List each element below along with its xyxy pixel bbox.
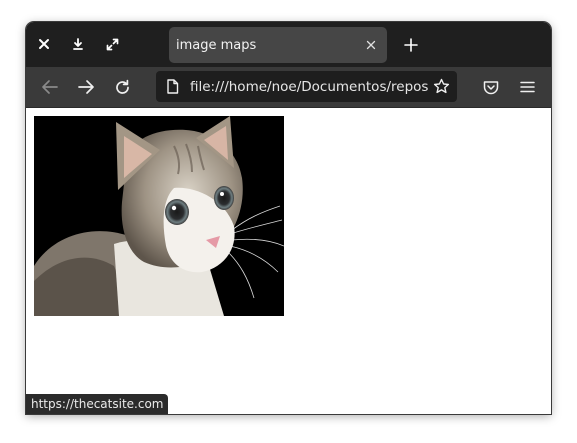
download-button[interactable] [68,34,88,54]
page-content: https://thecatsite.com [26,108,551,414]
reload-icon [115,79,129,94]
browser-window: image maps file:///home/noe/Documentos/r… [26,22,551,414]
navigation-toolbar: file:///home/noe/Documentos/repos/learni… [26,67,551,108]
cat-photo[interactable] [34,116,284,316]
document-icon [167,79,179,94]
close-icon [366,40,376,50]
url-text[interactable]: file:///home/noe/Documentos/repos/learni… [190,79,428,95]
tab-image-maps[interactable]: image maps [169,27,387,63]
back-button[interactable] [40,77,60,97]
hamburger-menu-icon [519,81,535,93]
star-icon[interactable] [433,78,450,95]
tab-title: image maps [176,38,257,53]
address-bar[interactable]: file:///home/noe/Documentos/repos/learni… [156,71,457,102]
download-icon [73,38,83,50]
arrow-left-icon [42,80,58,94]
pocket-button[interactable] [481,77,501,97]
reload-button[interactable] [112,77,132,97]
app-menu-button[interactable] [517,77,537,97]
title-bar: image maps [26,22,551,67]
cat-image-map[interactable] [34,116,284,316]
close-window-button[interactable] [34,34,54,54]
tab-close-button[interactable] [363,37,379,53]
fullscreen-button[interactable] [102,34,122,54]
new-tab-button[interactable] [401,35,421,55]
forward-button[interactable] [76,77,96,97]
pocket-icon [483,80,499,94]
fullscreen-icon [106,38,118,50]
arrow-right-icon [78,80,94,94]
close-icon [39,39,49,49]
status-bar-link: https://thecatsite.com [26,394,169,414]
plus-icon [404,38,418,52]
